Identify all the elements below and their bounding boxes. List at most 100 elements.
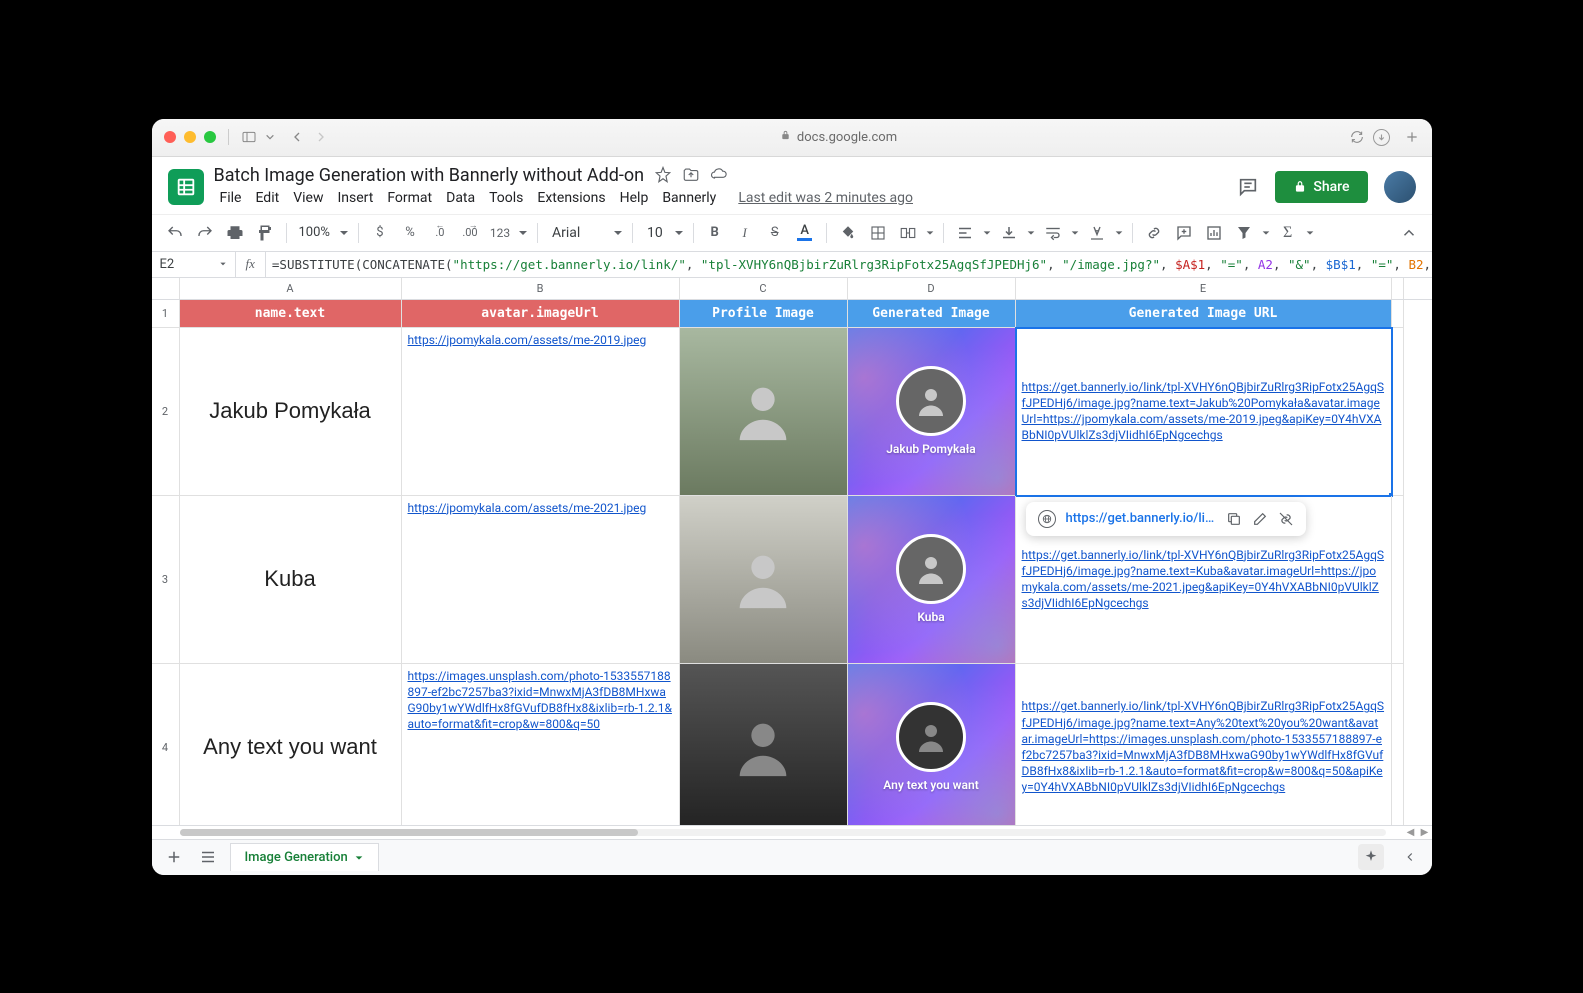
chevron-down-icon[interactable]	[673, 220, 685, 246]
chevron-down-icon[interactable]	[354, 853, 364, 863]
text-color-button[interactable]: A	[792, 220, 818, 246]
back-button[interactable]	[289, 129, 305, 145]
col-header-c[interactable]: C	[680, 278, 848, 299]
cell-avatar-url[interactable]: https://images.unsplash.com/photo-153355…	[402, 664, 680, 825]
account-avatar[interactable]	[1384, 171, 1416, 203]
chevron-down-icon[interactable]	[1070, 220, 1080, 246]
chevron-down-icon[interactable]	[1261, 220, 1271, 246]
font-size-input[interactable]: 10	[641, 225, 669, 241]
col-header-a[interactable]: A	[180, 278, 402, 299]
strikethrough-button[interactable]: S	[762, 220, 788, 246]
cell-name[interactable]: Any text you want	[180, 664, 402, 825]
side-panel-toggle[interactable]	[1398, 845, 1422, 869]
cell-profile-image[interactable]	[680, 664, 848, 825]
cell-generated-image[interactable]: Kuba	[848, 496, 1016, 664]
sidebar-toggle-icon[interactable]	[241, 129, 257, 145]
text-wrap-button[interactable]	[1040, 220, 1066, 246]
collapse-toolbar-button[interactable]	[1396, 220, 1422, 246]
explore-button[interactable]	[1358, 844, 1384, 870]
minimize-window-button[interactable]	[184, 131, 196, 143]
percent-button[interactable]: %	[397, 220, 423, 246]
header-cell-generated-image[interactable]: Generated Image	[848, 300, 1016, 328]
insert-chart-button[interactable]	[1201, 220, 1227, 246]
col-header-e[interactable]: E	[1016, 278, 1392, 299]
filter-button[interactable]	[1231, 220, 1257, 246]
maximize-window-button[interactable]	[204, 131, 216, 143]
fill-color-button[interactable]	[835, 220, 861, 246]
share-button[interactable]: Share	[1275, 171, 1367, 203]
cell-generated-image[interactable]: Any text you want	[848, 664, 1016, 825]
close-window-button[interactable]	[164, 131, 176, 143]
address-bar[interactable]: docs.google.com	[337, 130, 1341, 145]
horizontal-scrollbar[interactable]: ◀ ▶	[152, 825, 1432, 839]
header-cell-avatar[interactable]: avatar.imageUrl	[402, 300, 680, 328]
cell-generated-url[interactable]: https://get.bannerly.io/link/tpl-XVHY6nQ…	[1016, 328, 1392, 496]
scroll-left-icon[interactable]: ◀	[1404, 827, 1418, 838]
chevron-down-icon[interactable]	[1114, 220, 1124, 246]
functions-button[interactable]: Σ	[1275, 220, 1301, 246]
menu-insert[interactable]: Insert	[331, 188, 379, 208]
print-button[interactable]	[222, 220, 248, 246]
horizontal-align-button[interactable]	[952, 220, 978, 246]
redo-button[interactable]	[192, 220, 218, 246]
col-header-b[interactable]: B	[402, 278, 680, 299]
menu-edit[interactable]: Edit	[249, 188, 285, 208]
chevron-down-icon[interactable]	[982, 220, 992, 246]
header-cell-generated-url[interactable]: Generated Image URL	[1016, 300, 1392, 328]
borders-button[interactable]	[865, 220, 891, 246]
scrollbar-thumb[interactable]	[180, 829, 638, 836]
downloads-icon[interactable]	[1373, 129, 1390, 146]
menu-format[interactable]: Format	[381, 188, 438, 208]
comments-icon[interactable]	[1237, 176, 1259, 198]
menu-view[interactable]: View	[287, 188, 329, 208]
insert-link-button[interactable]	[1141, 220, 1167, 246]
currency-button[interactable]: $	[367, 220, 393, 246]
merge-cells-button[interactable]	[895, 220, 921, 246]
italic-button[interactable]: I	[732, 220, 758, 246]
new-tab-button[interactable]	[1404, 129, 1420, 145]
chevron-down-icon[interactable]	[925, 220, 935, 246]
document-title[interactable]: Batch Image Generation with Bannerly wit…	[214, 165, 645, 186]
paint-format-button[interactable]	[252, 220, 278, 246]
chevron-down-icon[interactable]	[338, 220, 350, 246]
cell-generated-image[interactable]: Jakub Pomykała	[848, 328, 1016, 496]
unlink-icon[interactable]	[1278, 511, 1294, 527]
row-header-3[interactable]: 3	[152, 496, 180, 664]
add-sheet-button[interactable]	[162, 845, 186, 869]
chevron-down-icon[interactable]	[612, 220, 624, 246]
increase-decimal-button[interactable]: .00→	[457, 220, 483, 246]
cell-profile-image[interactable]	[680, 496, 848, 664]
forward-button[interactable]	[313, 129, 329, 145]
menu-tools[interactable]: Tools	[483, 188, 529, 208]
cell-profile-image[interactable]	[680, 328, 848, 496]
col-header-d[interactable]: D	[848, 278, 1016, 299]
menu-file[interactable]: File	[214, 188, 248, 208]
sheet-tab-active[interactable]: Image Generation	[230, 843, 379, 871]
chevron-down-icon[interactable]	[1026, 220, 1036, 246]
menu-help[interactable]: Help	[614, 188, 655, 208]
number-format-dropdown[interactable]: 123	[487, 220, 513, 246]
copy-link-icon[interactable]	[1226, 511, 1242, 527]
select-all-corner[interactable]	[152, 278, 180, 299]
menu-data[interactable]: Data	[440, 188, 481, 208]
cloud-status-icon[interactable]	[710, 166, 728, 184]
menu-extensions[interactable]: Extensions	[531, 188, 611, 208]
row-header-2[interactable]: 2	[152, 328, 180, 496]
row-header-1[interactable]: 1	[152, 300, 180, 328]
zoom-dropdown[interactable]: 100%	[295, 225, 334, 240]
last-edit-text[interactable]: Last edit was 2 minutes ago	[732, 188, 919, 208]
chevron-down-icon[interactable]	[265, 129, 275, 145]
link-preview-url[interactable]: https://get.bannerly.io/link...	[1066, 511, 1216, 526]
header-cell-name[interactable]: name.text	[180, 300, 402, 328]
decrease-decimal-button[interactable]: .0←	[427, 220, 453, 246]
move-icon[interactable]	[682, 166, 700, 184]
formula-input[interactable]: =SUBSTITUTE(CONCATENATE("https://get.ban…	[266, 257, 1432, 272]
row-header-4[interactable]: 4	[152, 664, 180, 825]
header-cell-profile-image[interactable]: Profile Image	[680, 300, 848, 328]
cell-name[interactable]: Jakub Pomykała	[180, 328, 402, 496]
vertical-align-button[interactable]	[996, 220, 1022, 246]
text-rotation-button[interactable]	[1084, 220, 1110, 246]
reload-button[interactable]	[1349, 129, 1365, 145]
scroll-right-icon[interactable]: ▶	[1418, 827, 1432, 838]
star-icon[interactable]	[654, 166, 672, 184]
